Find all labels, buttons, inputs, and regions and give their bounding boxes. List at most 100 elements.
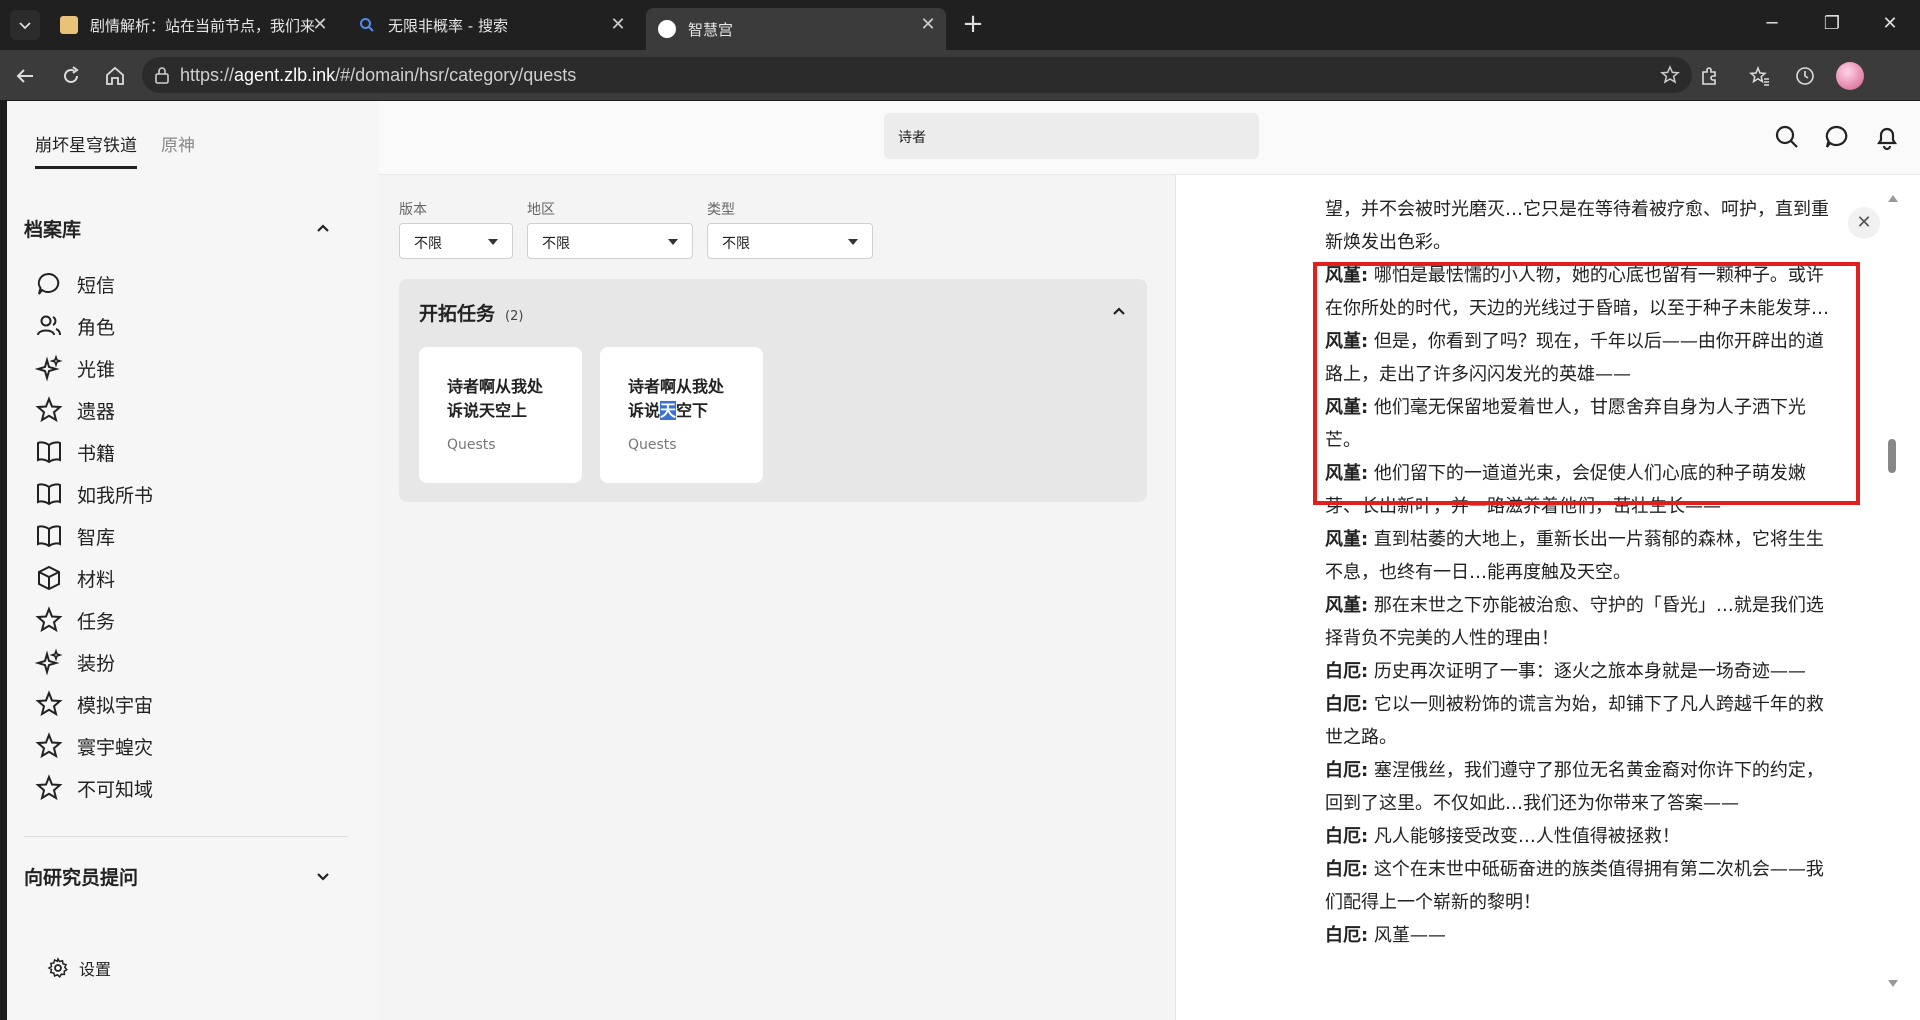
favorites-button[interactable] — [1747, 63, 1773, 89]
history-icon — [1796, 67, 1814, 85]
close-window-button[interactable]: ✕ — [1862, 0, 1918, 50]
sidebar-divider — [24, 836, 348, 837]
game-tabs: 崩坏星穹铁道 原神 — [35, 131, 195, 169]
scroll-down-arrow-icon[interactable] — [1888, 980, 1898, 987]
sidebar-item-label: 寰宇蝗灾 — [77, 736, 154, 759]
sidebar-item-outfits[interactable]: 装扮 — [35, 641, 345, 683]
tab-hsr[interactable]: 崩坏星穹铁道 — [35, 131, 137, 169]
restore-window-button[interactable]: ❐ — [1804, 0, 1860, 50]
sidebar-item-label: 如我所书 — [77, 484, 154, 507]
sidebar-item-simulated-universe[interactable]: 模拟宇宙 — [35, 683, 345, 725]
star-icon — [35, 396, 63, 423]
close-tab-icon[interactable]: ✕ — [310, 15, 330, 35]
dialogue-line: 风堇: 那在末世之下亦能被治愈、守护的「昏光」…就是我们选择背负不完美的人性的理… — [1325, 595, 1824, 649]
chevron-down-icon[interactable] — [313, 866, 333, 886]
tab-title: 无限非概率 - 搜索 — [388, 16, 508, 35]
close-reader-button[interactable]: ✕ — [1848, 207, 1880, 239]
sidebar-item-as-i-write[interactable]: 如我所书 — [35, 473, 345, 515]
tab-title: 智慧宫 — [688, 20, 734, 39]
version-select[interactable]: 不限 — [399, 223, 513, 259]
region-select[interactable]: 不限 — [527, 223, 693, 259]
address-bar[interactable]: https://agent.zlb.ink/#/domain/hsr/categ… — [142, 57, 1692, 93]
scroll-thumb[interactable] — [1888, 439, 1896, 473]
chevron-up-icon[interactable] — [1109, 301, 1129, 321]
sidebar-item-label: 遗器 — [77, 400, 116, 423]
dialogue-line: 风堇: 直到枯萎的大地上，重新长出一片蓊郁的森林，它将生生不息，也终有一日…能再… — [1325, 529, 1824, 583]
scroll-up-arrow-icon[interactable] — [1888, 195, 1898, 202]
back-button[interactable] — [12, 63, 38, 89]
dialogue-line: 白厄: 塞涅俄丝，我们遵守了那位无名黄金裔对你许下的约定，回到了这里。不仅如此…… — [1325, 760, 1824, 814]
favorite-star-icon[interactable] — [1660, 65, 1680, 85]
search-icon[interactable] — [1773, 123, 1801, 151]
browser-tab-2[interactable]: 无限非概率 - 搜索 ✕ — [346, 8, 636, 42]
sidebar-item-label: 短信 — [77, 274, 116, 297]
url-text: https://agent.zlb.ink/#/domain/hsr/categ… — [180, 65, 577, 85]
new-tab-button[interactable]: + — [958, 10, 988, 40]
sidebar-item-books[interactable]: 书籍 — [35, 431, 345, 473]
sidebar-item-label: 材料 — [77, 568, 116, 591]
home-icon — [106, 66, 124, 85]
sidebar-item-quests[interactable]: 任务 — [35, 599, 345, 641]
chevron-up-icon[interactable] — [313, 218, 333, 238]
panel-title[interactable]: 开拓任务 (2) — [419, 299, 523, 326]
dialogue-line: 白厄: 风堇—— — [1325, 925, 1446, 946]
sidebar-item-think-tank[interactable]: 智库 — [35, 515, 345, 557]
book-icon — [37, 483, 61, 506]
sidebar-item-label: 书籍 — [77, 442, 116, 465]
sidebar-item-unknowable-domain[interactable]: 不可知域 — [35, 767, 345, 809]
profile-avatar[interactable] — [1836, 62, 1864, 90]
browser-tab-3[interactable]: 智慧宫 ✕ — [646, 8, 946, 50]
box-icon — [38, 565, 60, 591]
ask-researcher-section-title[interactable]: 向研究员提问 — [24, 863, 138, 890]
sidebar-item-label: 任务 — [77, 610, 116, 633]
browser-tab-1[interactable]: 剧情解析：站在当前节点，我们来 ✕ — [48, 8, 338, 42]
extensions-button[interactable] — [1697, 63, 1723, 89]
quest-card-title: 诗者啊从我处诉说天空上 — [447, 377, 544, 420]
settings-button[interactable]: 设置 — [47, 956, 111, 980]
archive-section-title[interactable]: 档案库 — [24, 215, 81, 242]
chat-icon[interactable] — [1823, 123, 1851, 151]
puzzle-icon — [1702, 67, 1716, 85]
tab-actions-menu-button[interactable] — [10, 10, 40, 40]
close-tab-icon[interactable]: ✕ — [918, 15, 938, 35]
dialogue-line: 白厄: 历史再次证明了一事：逐火之旅本身就是一场奇迹—— — [1325, 661, 1806, 682]
quest-card[interactable]: 诗者啊从我处诉说天空上 Quests — [419, 347, 582, 483]
sparkles-icon — [35, 354, 63, 382]
sidebar-item-relics[interactable]: 遗器 — [35, 389, 345, 431]
version-filter: 版本 不限 — [399, 199, 513, 259]
book-icon — [37, 525, 61, 548]
quest-dialogue-reader: 望，并不会被时光磨灭…它只是在等待着被疗愈、呵护，直到重新焕发出色彩。 风堇: … — [1175, 175, 1920, 1020]
book-icon — [37, 441, 61, 464]
quest-card-title: 诗者啊从我处诉说天空下 — [628, 377, 725, 420]
reload-icon — [64, 66, 79, 83]
highlight-annotation-box — [1313, 262, 1860, 505]
reader-scrollbar[interactable] — [1885, 175, 1901, 1020]
sidebar-item-light-cones[interactable]: 光锥 — [35, 347, 345, 389]
reload-button[interactable] — [58, 63, 84, 89]
sidebar-item-messages[interactable]: 短信 — [35, 263, 345, 305]
sidebar-item-characters[interactable]: 角色 — [35, 305, 345, 347]
chevron-down-icon — [19, 22, 31, 30]
region-filter: 地区 不限 — [527, 199, 693, 259]
tab-genshin[interactable]: 原神 — [161, 131, 195, 169]
type-select[interactable]: 不限 — [707, 223, 873, 259]
web-page: 崩坏星穹铁道 原神 档案库 短信 角色 光锥 遗器 书籍 如我所书 智库 材料 … — [7, 101, 1920, 1020]
bell-icon[interactable] — [1873, 123, 1901, 151]
archive-nav-list: 短信 角色 光锥 遗器 书籍 如我所书 智库 材料 任务 装扮 模拟宇宙 寰宇蝗… — [35, 263, 345, 809]
panel-count: (2) — [505, 309, 524, 324]
minimize-window-button[interactable]: ─ — [1744, 0, 1800, 50]
history-button[interactable] — [1792, 63, 1818, 89]
sidebar-item-label: 角色 — [77, 316, 116, 339]
search-favicon-icon — [358, 16, 376, 34]
close-tab-icon[interactable]: ✕ — [608, 15, 628, 35]
home-button[interactable] — [102, 63, 128, 89]
dialogue-line: 白厄: 它以一则被粉饰的谎言为始，却铺下了凡人跨越千年的救世之路。 — [1325, 694, 1824, 748]
quest-card[interactable]: 诗者啊从我处诉说天空下 Quests — [600, 347, 763, 483]
sidebar-item-materials[interactable]: 材料 — [35, 557, 345, 599]
search-input[interactable]: 诗者 — [884, 113, 1259, 159]
sidebar-item-swarm-disaster[interactable]: 寰宇蝗灾 — [35, 725, 345, 767]
sparkles-icon — [35, 648, 63, 676]
lock-icon — [155, 67, 169, 84]
sidebar: 崩坏星穹铁道 原神 档案库 短信 角色 光锥 遗器 书籍 如我所书 智库 材料 … — [7, 101, 379, 1020]
sidebar-item-label: 模拟宇宙 — [77, 694, 154, 717]
